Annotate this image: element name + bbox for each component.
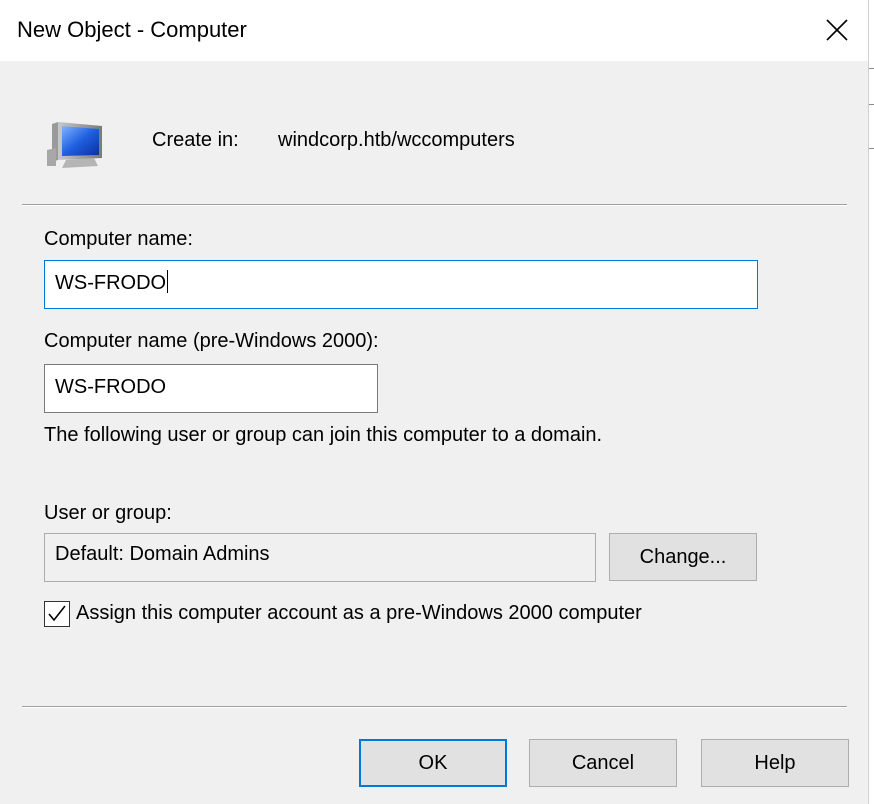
separator [22,204,847,206]
user-group-value: Default: Domain Admins [55,543,270,565]
text-caret [167,270,169,294]
ok-button[interactable]: OK [359,739,507,787]
change-button[interactable]: Change... [609,533,757,581]
create-in-path: windcorp.htb/wccomputers [278,129,515,151]
join-info-text: The following user or group can join thi… [44,424,603,446]
new-object-computer-dialog: New Object - Computer Create in: windcor… [0,0,874,804]
pre2000-name-value: WS-FRODO [55,376,167,398]
checkmark-icon [48,605,66,622]
close-icon [826,19,848,41]
pre2000-name-label: Computer name (pre-Windows 2000): [44,330,379,352]
help-button[interactable]: Help [701,739,849,787]
window-title: New Object - Computer [17,17,247,42]
computer-icon [47,122,102,168]
user-group-label: User or group: [44,502,172,524]
close-button[interactable] [816,10,858,50]
computer-name-input[interactable]: WS-FRODO [44,260,758,309]
assign-pre2000-label[interactable]: Assign this computer account as a pre-Wi… [76,602,642,625]
assign-pre2000-checkbox[interactable] [44,601,70,627]
computer-name-value: WS-FRODO [55,272,167,294]
computer-name-label: Computer name: [44,228,193,250]
title-bar: New Object - Computer [0,0,868,61]
create-in-label: Create in: [152,129,239,151]
cancel-button[interactable]: Cancel [529,739,677,787]
separator-bottom [22,706,847,708]
user-group-field: Default: Domain Admins [44,533,596,582]
background-window-edge [868,0,874,804]
pre2000-name-input[interactable]: WS-FRODO [44,364,378,413]
